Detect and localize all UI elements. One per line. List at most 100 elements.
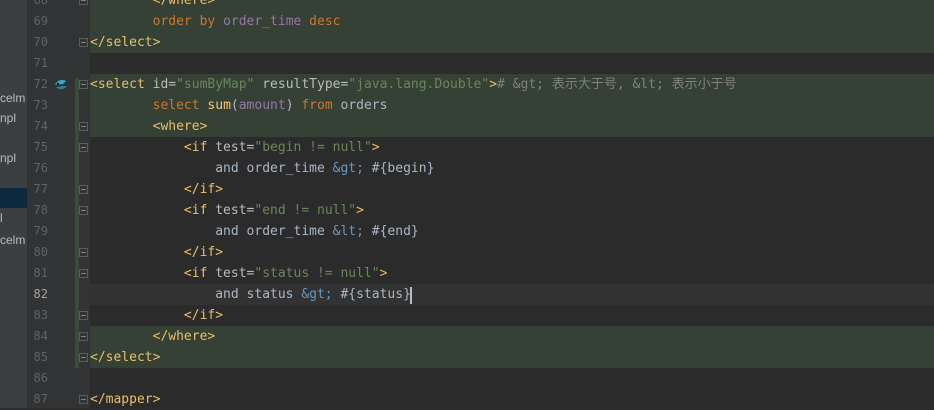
fold-toggle-icon[interactable]: [79, 185, 88, 194]
fold-toggle-icon[interactable]: [79, 332, 88, 341]
code-token: &gt;: [332, 161, 364, 176]
line-number[interactable]: 79: [28, 221, 48, 242]
code-text: </where>: [90, 326, 216, 347]
code-token: #{status}: [332, 287, 411, 302]
code-token: >: [379, 266, 388, 281]
line-number[interactable]: 82: [28, 284, 48, 305]
line-number[interactable]: 70: [28, 32, 48, 53]
code-text: </where>: [90, 0, 216, 11]
line-number[interactable]: 71: [28, 53, 48, 74]
line-number[interactable]: 78: [28, 200, 48, 221]
line-number[interactable]: 77: [28, 179, 48, 200]
mybatis-navigation-icon[interactable]: [54, 78, 68, 92]
code-token: test: [215, 140, 247, 155]
code-token: sum: [207, 98, 231, 113]
code-token: amount: [238, 98, 286, 113]
line-background: [90, 326, 934, 347]
code-text: </select>: [90, 347, 160, 368]
line-number[interactable]: 81: [28, 263, 48, 284]
code-token: <if: [183, 266, 216, 281]
code-line[interactable]: 81 <if test="status != null">: [0, 263, 934, 284]
code-text: <if test="status != null">: [90, 263, 388, 284]
line-number[interactable]: 72: [28, 74, 48, 95]
code-line[interactable]: 69 order by order_time desc: [0, 11, 934, 32]
code-line[interactable]: 71: [0, 53, 934, 74]
code-line[interactable]: 79 and order_time &lt; #{end}: [0, 221, 934, 242]
fold-toggle-icon[interactable]: [79, 80, 88, 89]
line-number[interactable]: 85: [28, 347, 48, 368]
line-number[interactable]: 80: [28, 242, 48, 263]
code-line[interactable]: 75 <if test="begin != null">: [0, 137, 934, 158]
fold-toggle-icon[interactable]: [79, 0, 88, 5]
code-line[interactable]: 78 <if test="end != null">: [0, 200, 934, 221]
code-token: desc: [301, 14, 341, 29]
line-number[interactable]: 87: [28, 389, 48, 410]
code-text: <if test="begin != null">: [90, 137, 380, 158]
code-line[interactable]: 83 </if>: [0, 305, 934, 326]
code-token: <select: [90, 77, 153, 92]
fold-toggle-icon[interactable]: [79, 206, 88, 215]
line-number[interactable]: 68: [28, 0, 48, 11]
code-token: "sumByMap": [176, 77, 255, 92]
code-token: and status: [215, 287, 302, 302]
code-line[interactable]: 87 </mapper>: [0, 389, 934, 410]
code-text: <select id="sumByMap" resultType="java.l…: [90, 74, 737, 95]
line-number[interactable]: 73: [28, 95, 48, 116]
code-token: </where>: [152, 0, 216, 8]
line-number[interactable]: 69: [28, 11, 48, 32]
code-line[interactable]: 73 select sum(amount) from orders: [0, 95, 934, 116]
code-line[interactable]: 74 <where>: [0, 116, 934, 137]
line-number[interactable]: 75: [28, 137, 48, 158]
code-token: id: [152, 77, 169, 92]
code-line[interactable]: 85 </select>: [0, 347, 934, 368]
code-token: "status != null": [254, 266, 380, 281]
code-line[interactable]: 84 </where>: [0, 326, 934, 347]
code-line[interactable]: 68 </where>: [0, 0, 934, 11]
line-number[interactable]: 83: [28, 305, 48, 326]
fold-toggle-icon[interactable]: [79, 143, 88, 152]
fold-toggle-icon[interactable]: [79, 269, 88, 278]
line-number[interactable]: 86: [28, 368, 48, 389]
fold-toggle-icon[interactable]: [79, 395, 88, 404]
code-token: &gt;: [301, 287, 333, 302]
code-line[interactable]: 77 </if>: [0, 179, 934, 200]
fold-toggle-icon[interactable]: [79, 353, 88, 362]
fold-toggle-icon[interactable]: [79, 311, 88, 320]
code-token: and order_time: [215, 161, 333, 176]
code-line[interactable]: 86: [0, 368, 934, 389]
code-token: test: [215, 203, 247, 218]
code-token: resultType: [254, 77, 341, 92]
line-background: [90, 32, 934, 53]
fold-toggle-icon[interactable]: [79, 248, 88, 257]
code-text: and status &gt; #{status}: [90, 284, 411, 305]
code-line[interactable]: 70 </select>: [0, 32, 934, 53]
code-token: "java.lang.Double": [348, 77, 490, 92]
line-number[interactable]: 84: [28, 326, 48, 347]
code-token: <where>: [152, 119, 208, 134]
code-token: </if>: [183, 182, 224, 197]
code-line[interactable]: 76 and order_time &gt; #{begin}: [0, 158, 934, 179]
code-line[interactable]: 72 <select id="sumByMap" resultType="java…: [0, 74, 934, 95]
code-text: </if>: [90, 305, 223, 326]
code-text: order by order_time desc: [90, 11, 341, 32]
line-background: [90, 0, 934, 11]
fold-toggle-icon[interactable]: [79, 122, 88, 131]
code-token: </where>: [152, 329, 216, 344]
code-line[interactable]: 82 and status &gt; #{status}: [0, 284, 934, 305]
fold-toggle-icon[interactable]: [79, 38, 88, 47]
code-token: </if>: [183, 245, 224, 260]
line-background: [90, 368, 934, 389]
code-token: # &gt; 表示大于号, &lt; 表示小于号: [497, 77, 737, 92]
code-text: select sum(amount) from orders: [90, 95, 388, 116]
line-number[interactable]: 76: [28, 158, 48, 179]
line-number[interactable]: 74: [28, 116, 48, 137]
code-line[interactable]: 80 </if>: [0, 242, 934, 263]
code-token: =: [168, 77, 177, 92]
